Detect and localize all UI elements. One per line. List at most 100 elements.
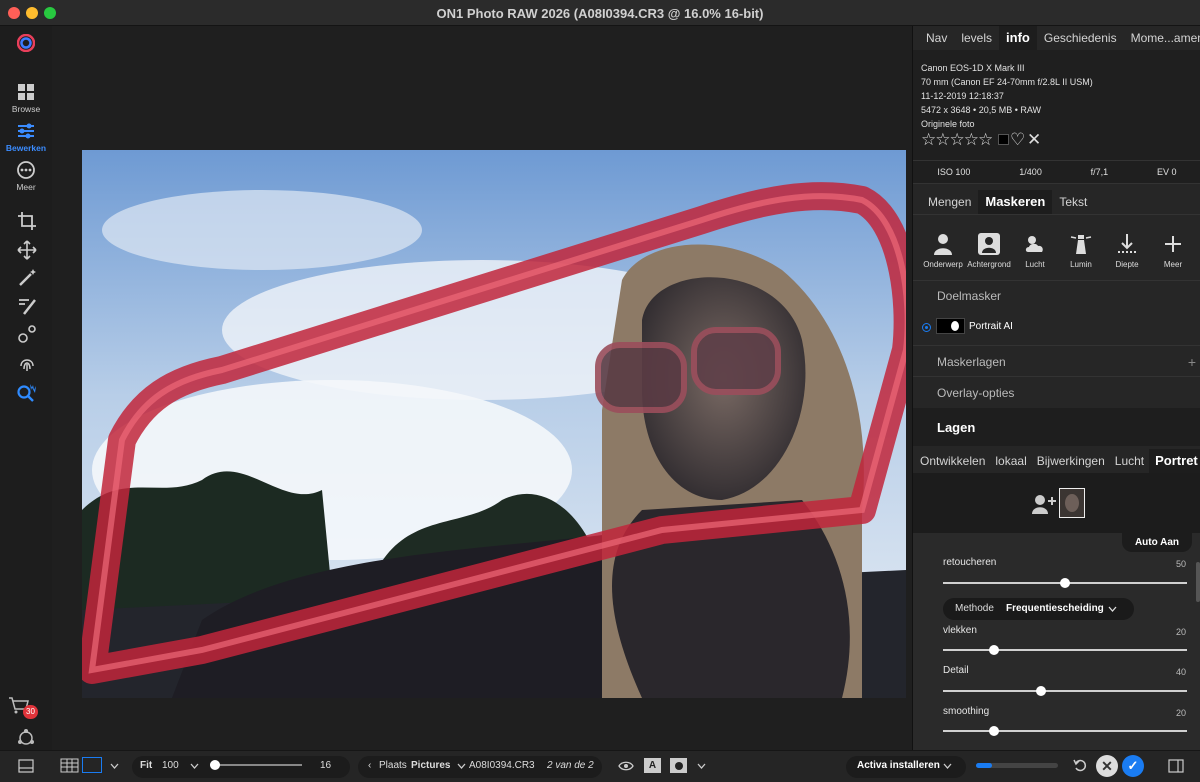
smoothing-slider[interactable] [943,726,1187,736]
detail-knob[interactable] [1035,686,1046,696]
mask-luminosity-button[interactable]: Lumin [1058,232,1104,269]
mask-background-button[interactable]: Achtergrond [966,232,1012,269]
tab-geschiedenis[interactable]: Geschiedenis [1037,26,1124,50]
tab-portret[interactable]: Portret [1149,449,1200,473]
aperture-value: f/7,1 [1090,167,1109,177]
magic-wand-tool-icon[interactable] [16,267,38,289]
color-label-swatch[interactable] [998,134,1009,145]
chevron-down-icon[interactable] [110,763,119,769]
shutter-value: 1/400 [1019,167,1042,177]
tab-bijwerkingen[interactable]: Bijwerkingen [1032,449,1110,473]
fingerprint-tool-icon[interactable] [16,352,38,374]
image-dimensions: 5472 x 3648 • 20,5 MB • RAW [921,105,1042,115]
divider [913,376,1200,377]
grid-view-icon[interactable] [60,758,79,773]
portrait-retouch-tool-icon[interactable] [16,381,38,403]
chevron-down-icon[interactable] [943,763,952,769]
right-panel-toggle-icon[interactable] [1168,759,1184,773]
background-icon [978,233,1000,255]
tab-nav[interactable]: Nav [919,26,954,50]
auto-button[interactable]: Auto Aan [1122,533,1192,552]
reject-icon[interactable]: ✕ [1027,130,1041,150]
face-thumbnail[interactable] [1059,488,1085,518]
chevron-down-icon[interactable] [697,763,706,769]
retoucheren-slider[interactable] [943,578,1187,588]
add-mask-layer-icon[interactable]: + [1188,354,1196,370]
brush-tool-icon[interactable] [16,295,38,317]
single-view-icon[interactable] [82,757,102,773]
panel-scrollbar[interactable] [1196,562,1200,602]
detail-slider[interactable] [943,686,1187,696]
back-chevron-icon[interactable]: ‹ [368,760,371,771]
apply-button[interactable]: ✓ [1122,755,1144,777]
add-face-icon[interactable] [1031,493,1057,515]
mask-luminosity-label: Lumin [1070,260,1092,269]
tab-info[interactable]: info [999,26,1037,50]
sky-icon [1025,236,1043,252]
photo-preview[interactable] [82,150,906,698]
clone-tool-icon[interactable] [16,323,38,345]
smoothing-value: 20 [1175,708,1186,718]
mask-subject-button[interactable]: Onderwerp [920,232,966,269]
browse-nav-button[interactable]: Browse [0,82,52,114]
edit-nav-button[interactable]: Bewerken [0,121,52,153]
thumbnail-size-value: 16 [320,760,332,771]
bottom-bar: Fit 100 16 ‹ Plaats Pictures A08I0394.CR… [0,750,1200,782]
methode-select[interactable]: Methode Frequentiescheiding [943,598,1134,620]
mask-background-label: Achtergrond [967,260,1011,269]
tab-lokaal[interactable]: lokaal [990,449,1031,473]
ev-value: EV 0 [1157,167,1177,177]
crop-tool-icon[interactable] [16,210,38,232]
vlekken-slider[interactable] [943,645,1187,655]
tab-lucht[interactable]: Lucht [1110,449,1149,473]
move-tool-icon[interactable] [16,239,38,261]
methode-label: Methode [955,603,994,614]
tab-mengen[interactable]: Mengen [921,190,978,214]
tab-maskeren[interactable]: Maskeren [978,190,1053,214]
lighthouse-icon [1070,235,1092,254]
mask-name[interactable]: Portrait AI [969,321,1013,332]
heart-icon[interactable]: ♡ [1010,130,1025,150]
doelmasker-heading[interactable]: Doelmasker [937,289,1001,303]
tab-momentopnamen[interactable]: Mome...amen [1124,26,1200,50]
progress-fill [976,763,993,768]
more-icon [17,161,35,179]
overlay-heading[interactable]: Overlay-opties [937,386,1014,400]
person-icon [934,234,952,255]
folder-name[interactable]: Pictures [411,760,450,771]
thumbnail-size-knob[interactable] [210,760,220,770]
more-nav-button[interactable]: Meer [0,160,52,192]
rating-stars[interactable]: ☆☆☆☆☆ [921,130,993,150]
mask-depth-button[interactable]: Diepte [1104,232,1150,269]
activa-label: Activa installeren [857,760,940,771]
chevron-down-icon[interactable] [457,763,466,769]
maskerlagen-heading[interactable]: Maskerlagen [937,355,1006,369]
exif-row: ISO 100 1/400 f/7,1 EV 0 [913,160,1200,184]
fit-button[interactable]: Fit [140,760,152,771]
chevron-down-icon[interactable] [190,763,199,769]
mask-sky-label: Lucht [1025,260,1045,269]
layer-tabs: Ontwikkelen lokaal Bijwerkingen Lucht Po… [913,449,1200,473]
cancel-button[interactable]: ✕ [1096,755,1118,777]
mask-sky-button[interactable]: Lucht [1012,232,1058,269]
mask-thumbnail[interactable] [936,318,965,334]
tab-ontwikkelen[interactable]: Ontwikkelen [915,449,990,473]
panel-toggle-icon[interactable] [18,759,34,773]
window-title: ON1 Photo RAW 2026 (A08I0394.CR3 @ 16.0%… [436,6,764,21]
mask-overlay-icon[interactable] [670,758,687,773]
tab-tekst[interactable]: Tekst [1052,190,1094,214]
tab-levels[interactable]: levels [954,26,999,50]
retoucheren-label: retoucheren [943,557,997,568]
undo-icon[interactable] [1073,758,1087,772]
info-tabs: Nav levels info Geschiedenis Mome...amen [913,26,1200,50]
retoucheren-knob[interactable] [1060,578,1070,588]
edit-label: Bewerken [5,143,47,153]
mask-radio[interactable] [922,323,931,332]
zoom-value[interactable]: 100 [162,760,179,771]
thumbnail-size-slider[interactable] [210,760,302,770]
eye-icon[interactable] [618,760,634,772]
mask-more-button[interactable]: Meer [1150,232,1196,269]
connect-icon[interactable] [16,728,36,748]
sliders-icon [18,123,34,139]
text-overlay-icon[interactable]: A [644,758,661,773]
